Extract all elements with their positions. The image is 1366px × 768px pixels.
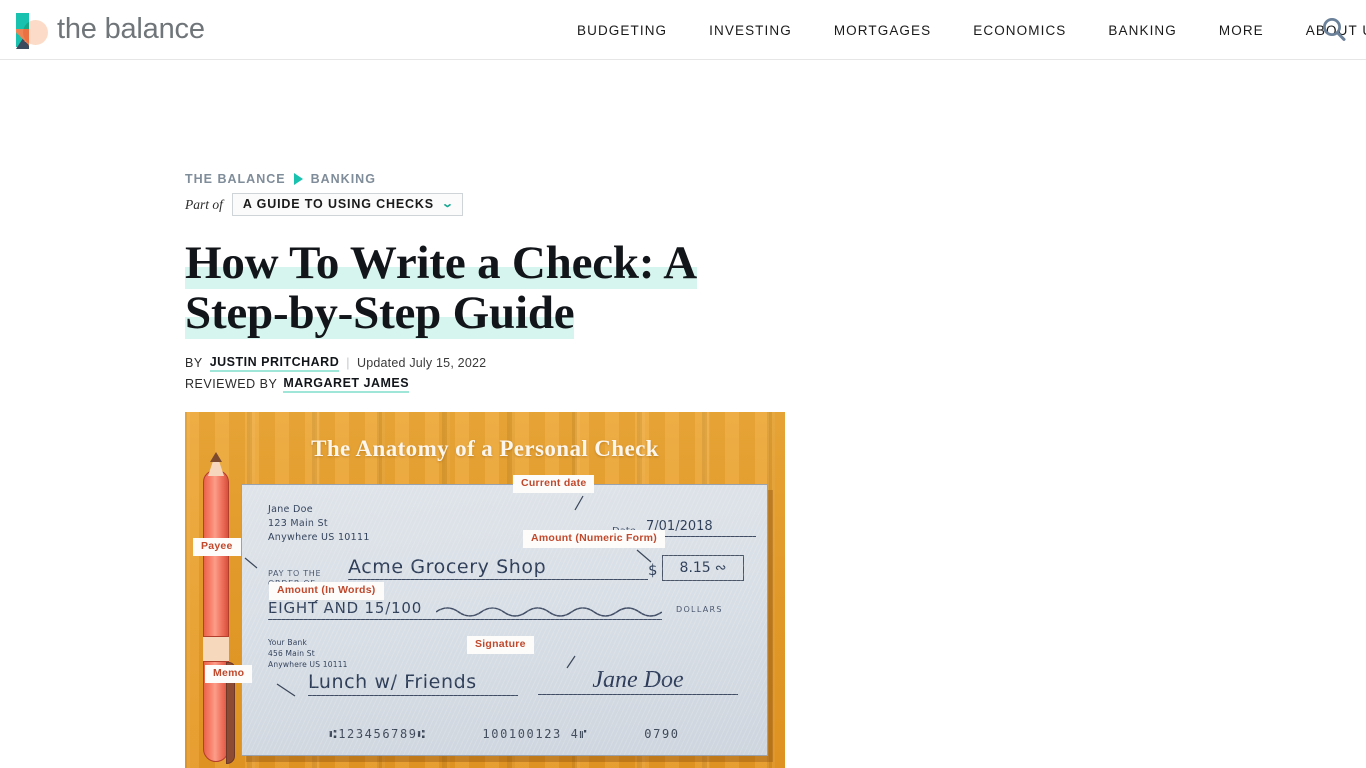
squiggle-fill-line	[436, 606, 662, 617]
micr-line: ⑆123456789⑆ 100100123 4⑈ 0790	[242, 727, 767, 741]
micr-account-number: 100100123 4⑈	[482, 726, 589, 741]
search-icon[interactable]	[1316, 12, 1352, 48]
author-link[interactable]: JUSTIN PRITCHARD	[209, 355, 340, 372]
nav-item-economics[interactable]: ECONOMICS	[952, 23, 1087, 38]
balance-logo-mark	[14, 11, 48, 49]
pen-illustration	[201, 450, 235, 766]
payee-field: Acme Grocery Shop	[348, 556, 648, 580]
callout-amount-words: Amount (In Words)	[269, 581, 384, 601]
account-holder-address: Jane Doe 123 Main St Anywhere US 10111	[268, 503, 370, 546]
part-of-label: Part of	[185, 196, 223, 212]
reviewed-prefix: REVIEWED BY	[185, 377, 278, 392]
bank-name: Your Bank	[268, 637, 308, 647]
micr-routing-number: ⑆123456789⑆	[329, 726, 427, 741]
check-anatomy-illustration: The Anatomy of a Personal Check Jane Doe…	[185, 411, 785, 768]
bank-address: Your Bank 456 Main St Anywhere US 10111	[268, 637, 348, 671]
nav-item-budgeting[interactable]: BUDGETING	[556, 23, 688, 38]
signature-field: Jane Doe	[538, 667, 738, 695]
triangle-right-icon	[293, 173, 303, 185]
bank-city: Anywhere US 10111	[268, 660, 348, 670]
reviewed-by-line: REVIEWED BY MARGARET JAMES	[185, 376, 885, 393]
article-main: THE BALANCE BANKING Part of A GUIDE TO U…	[0, 60, 1366, 768]
primary-navigation: BUDGETING INVESTING MORTGAGES ECONOMICS …	[556, 0, 1366, 60]
nav-item-mortgages[interactable]: MORTGAGES	[813, 23, 952, 38]
breadcrumb-section[interactable]: BANKING	[311, 172, 376, 186]
nav-item-more[interactable]: MORE	[1198, 23, 1285, 38]
bank-street: 456 Main St	[268, 648, 315, 658]
account-holder-name: Jane Doe	[268, 503, 313, 515]
nav-item-investing[interactable]: INVESTING	[688, 23, 813, 38]
series-dropdown-value: A GUIDE TO USING CHECKS	[242, 197, 434, 211]
amount-flourish: ∾	[714, 559, 727, 576]
amount-words-field: EIGHT AND 15/100	[268, 599, 662, 620]
byline-prefix: BY	[185, 356, 203, 371]
callout-current-date: Current date	[513, 474, 595, 494]
brand-wordmark: the balance	[57, 13, 205, 45]
pen-grip-band	[203, 635, 229, 662]
micr-check-number: 0790	[644, 726, 680, 741]
illustration-title: The Anatomy of a Personal Check	[311, 435, 659, 461]
amount-numeric-field: 8.15	[679, 559, 711, 576]
page-title: How To Write a Check: A Step-by-Step Gui…	[185, 237, 797, 340]
byline-separator: |	[346, 356, 350, 371]
callout-payee: Payee	[193, 537, 241, 557]
breadcrumb-root[interactable]: THE BALANCE	[185, 172, 286, 186]
updated-date: Updated July 15, 2022	[356, 356, 487, 371]
site-header: the balance BUDGETING INVESTING MORTGAGE…	[0, 0, 1366, 60]
amount-words-text: EIGHT AND 15/100	[268, 598, 423, 617]
personal-check: Jane Doe 123 Main St Anywhere US 10111 P…	[241, 483, 768, 756]
callout-signature: Signature	[467, 635, 534, 655]
pen-nib	[210, 451, 222, 462]
account-holder-city: Anywhere US 10111	[268, 532, 370, 544]
pay-to-line-1: PAY TO THE	[268, 568, 322, 578]
nav-item-banking[interactable]: BANKING	[1087, 23, 1197, 38]
site-logo[interactable]: the balance	[14, 8, 205, 52]
magnifier-glyph	[1323, 18, 1346, 41]
dollars-label: DOLLARS	[676, 604, 723, 614]
chevron-down-icon: ⌄	[440, 197, 456, 210]
callout-memo: Memo	[205, 664, 253, 684]
series-dropdown[interactable]: A GUIDE TO USING CHECKS ⌄	[231, 193, 464, 216]
page-title-text: How To Write a Check: A Step-by-Step Gui…	[185, 237, 698, 340]
logo-peach-circle	[23, 19, 48, 45]
callout-amount-numeric: Amount (Numeric Form)	[523, 529, 665, 549]
reviewer-link[interactable]: MARGARET JAMES	[283, 376, 410, 393]
breadcrumb: THE BALANCE BANKING	[185, 172, 885, 186]
part-of-row: Part of A GUIDE TO USING CHECKS ⌄	[185, 193, 885, 216]
byline: BY JUSTIN PRITCHARD | Updated July 15, 2…	[185, 355, 885, 372]
memo-field: Lunch w/ Friends	[308, 671, 518, 696]
account-holder-street: 123 Main St	[268, 517, 328, 529]
amount-numeric-box: 8.15 ∾	[662, 554, 744, 581]
dollar-sign: $	[648, 560, 658, 579]
